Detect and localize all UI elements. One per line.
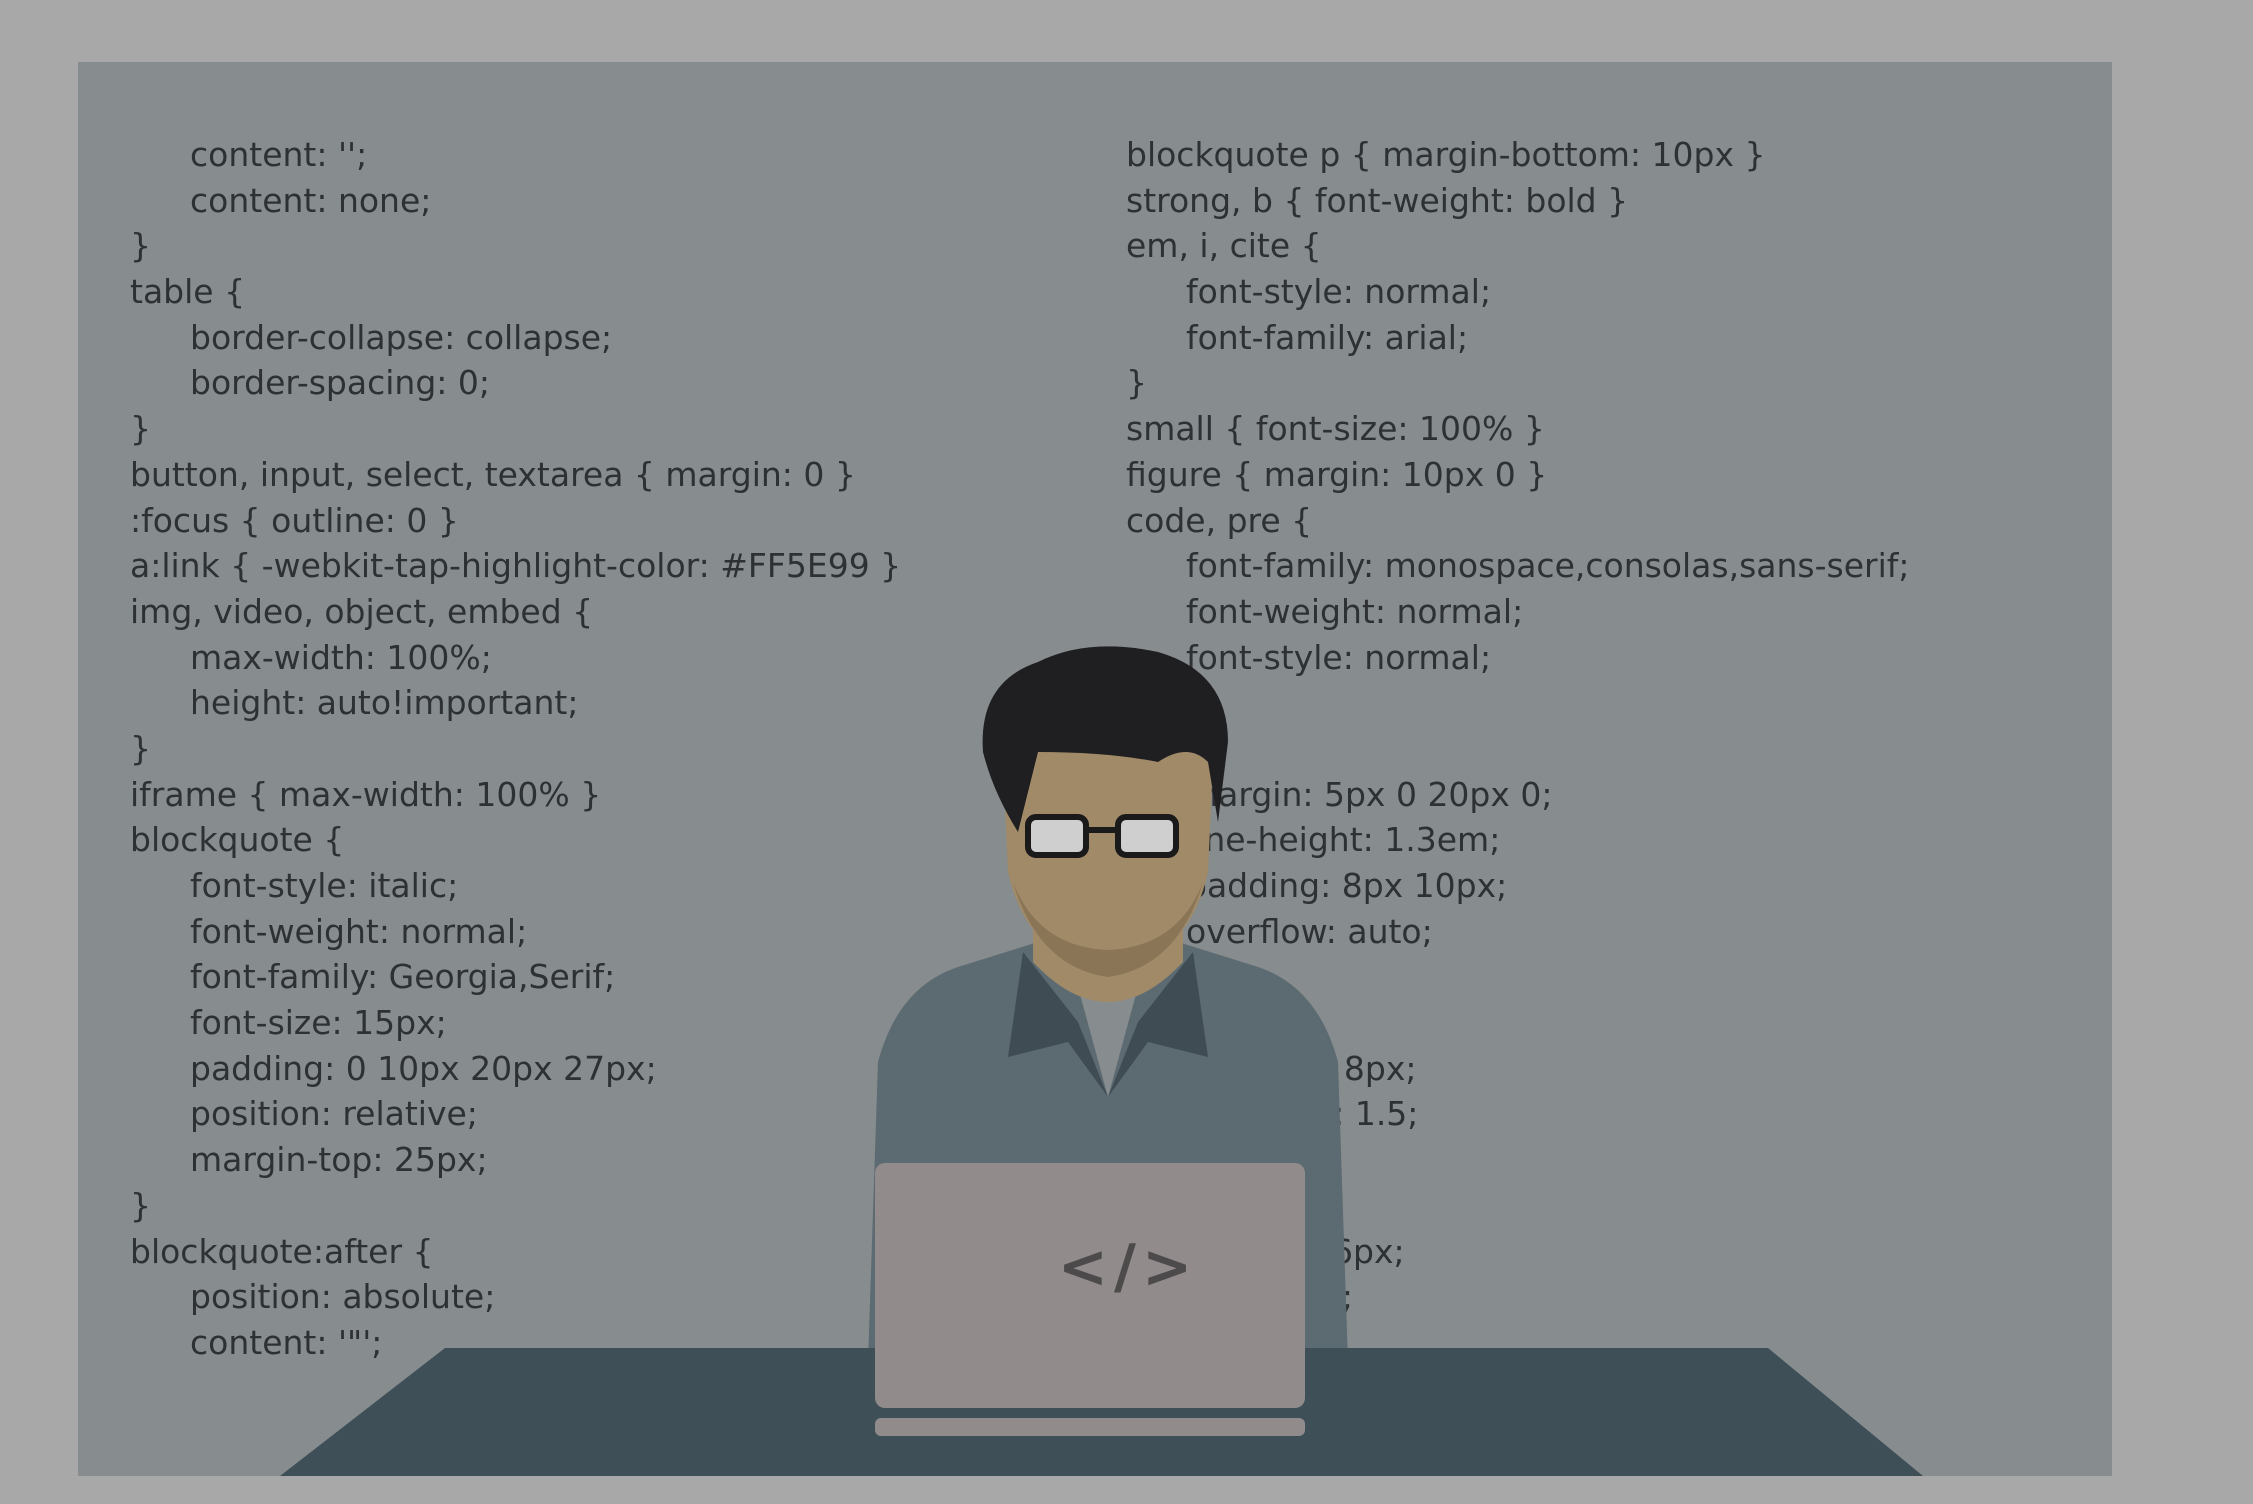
code-logo-icon: </>	[1057, 1232, 1199, 1302]
laptop-base	[875, 1418, 1305, 1436]
wallpaper-panel: content: ''; content: none;} table {border…	[78, 62, 2112, 1476]
glasses-right-lens	[1115, 814, 1179, 858]
glasses-left-lens	[1025, 814, 1089, 858]
